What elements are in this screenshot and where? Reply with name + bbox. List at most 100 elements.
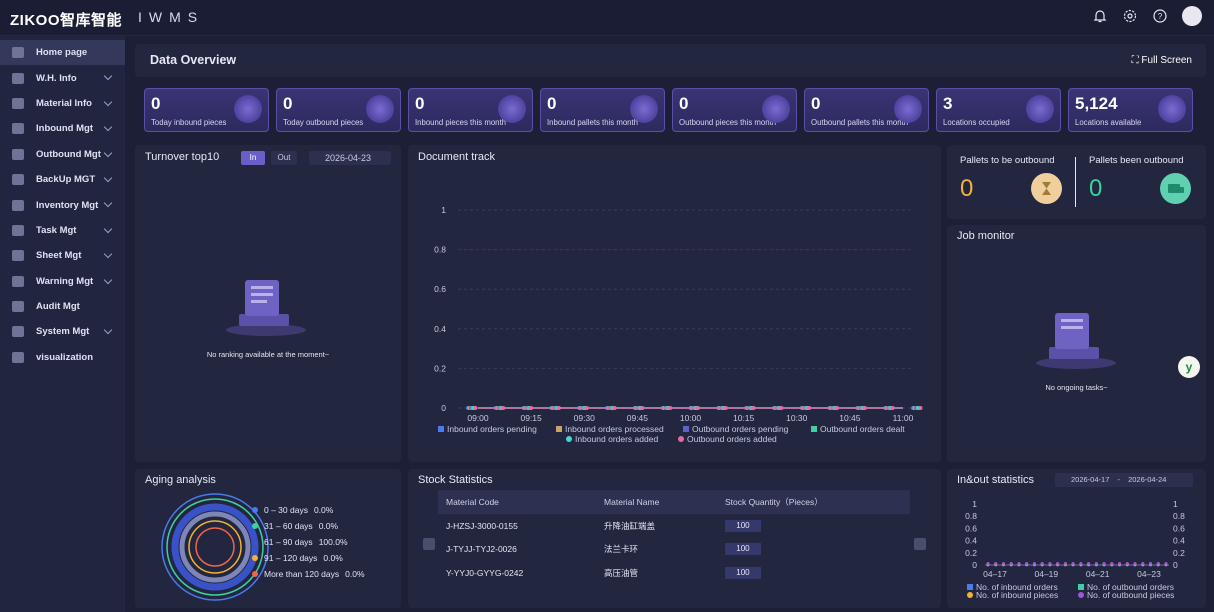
stock-quantity: 100 — [724, 543, 761, 556]
box-icon — [762, 95, 790, 123]
series-point — [1102, 562, 1106, 565]
pallets-panel: Pallets to be outbound 0 Pallets been ou… — [947, 145, 1206, 219]
aging-legend-item: 61 – 90 days 100.0% — [252, 537, 348, 547]
sidebar-item[interactable]: W.H. Info — [0, 65, 125, 90]
material-name: 升降油缸端盖 — [604, 520, 656, 531]
series-point — [994, 562, 998, 565]
series-point — [1001, 562, 1005, 565]
aging-bucket-pct: 0.0% — [313, 505, 334, 515]
sidebar-item[interactable]: BackUp MGT — [0, 167, 125, 192]
sidebar-item[interactable]: Home page — [0, 40, 125, 66]
sidebar-item-label: Task Mgt — [36, 224, 77, 236]
visualization-icon — [12, 351, 24, 363]
series-point — [501, 406, 506, 410]
gear-icon[interactable] — [1122, 8, 1138, 24]
column-header-material-code: Material Code — [438, 490, 597, 514]
series-point — [1094, 562, 1098, 565]
sidebar-item-label: Material Info — [36, 97, 92, 109]
warning-icon — [12, 275, 24, 287]
legend-label[interactable]: Inbound orders pending — [447, 424, 537, 434]
series-point — [1141, 562, 1145, 565]
sidebar-item[interactable]: Task Mgt — [0, 218, 125, 243]
sidebar-item[interactable]: Audit Mgt — [0, 294, 125, 319]
x-tick-label: 09:15 — [520, 413, 542, 423]
chevron-down-icon — [103, 275, 113, 284]
series-point — [556, 406, 561, 410]
stock-prev-button[interactable] — [423, 538, 435, 550]
audit-icon — [12, 301, 24, 313]
bell-icon[interactable] — [1092, 8, 1108, 24]
kpi-label: Outbound pallets this month — [811, 118, 909, 127]
table-row: J-TYJJ-TYJ2-0026 法兰卡环 100 — [438, 538, 910, 562]
series-point — [473, 406, 478, 410]
legend-label[interactable]: Outbound orders added — [687, 434, 777, 444]
y-tick-label: 0.8 — [434, 245, 446, 255]
sidebar-item[interactable]: Inbound Mgt — [0, 116, 125, 141]
chevron-down-icon — [103, 199, 113, 208]
sidebar-item[interactable]: Sheet Mgt — [0, 243, 125, 268]
legend-dot — [252, 539, 258, 545]
system-icon — [12, 326, 24, 338]
aging-bucket-label: 91 – 120 days — [264, 553, 318, 563]
kpi-label: Today outbound pieces — [283, 118, 364, 127]
legend-dot — [252, 523, 258, 529]
inout-chart: 0 0 0.2 0.2 0.4 0.4 0.6 0.6 0.8 0.8 1 1 04–17 04–19 04… — [965, 499, 1185, 600]
legend-label[interactable]: Outbound orders dealt — [820, 424, 905, 434]
material-code: Y-YYJ0-GYYG-0242 — [446, 567, 524, 578]
turnover-panel: Turnover top10 In Out 2026-04-23 No rank… — [135, 145, 401, 462]
tab-in[interactable]: In — [241, 151, 265, 165]
legend-swatch — [683, 426, 689, 432]
sidebar-item-label: BackUp MGT — [36, 174, 96, 186]
aging-bucket-pct: 0.0% — [318, 521, 339, 531]
legend-label[interactable]: Inbound orders added — [575, 434, 658, 444]
legend-label[interactable]: No. of outbound pieces — [1087, 590, 1174, 600]
truck-out-icon — [12, 148, 24, 160]
help-icon[interactable]: ? — [1152, 8, 1168, 24]
legend-dot — [252, 555, 258, 561]
turnover-date-picker[interactable]: 2026-04-23 — [309, 151, 391, 165]
tab-out[interactable]: Out — [271, 151, 297, 165]
stock-quantity: 100 — [724, 519, 761, 532]
series-point — [1164, 562, 1168, 565]
sidebar-item[interactable]: Material Info — [0, 91, 125, 116]
sidebar-item-label: W.H. Info — [36, 72, 77, 84]
stock-next-button[interactable] — [914, 538, 926, 550]
y-tick-label: 0.6 — [434, 284, 446, 294]
aging-legend-item: 91 – 120 days 0.0% — [252, 553, 343, 563]
y-tick-label-right: 0.4 — [1173, 536, 1185, 546]
svg-text:?: ? — [1158, 12, 1163, 21]
legend-swatch — [556, 426, 562, 432]
material-code: J-TYJJ-TYJ2-0026 — [446, 544, 517, 555]
x-tick-label: 09:30 — [574, 413, 596, 423]
inout-panel: In&out statistics 2026-04-17 - 2026-04-2… — [947, 469, 1206, 608]
sidebar-item[interactable]: Inventory Mgt — [0, 192, 125, 217]
pallets-divider — [1075, 157, 1076, 207]
legend-dot — [252, 507, 258, 513]
legend-swatch — [811, 426, 817, 432]
pallets-to-be-outbound-value: 0 — [960, 175, 974, 202]
sidebar-item[interactable]: Warning Mgt — [0, 269, 125, 294]
series-point — [1133, 562, 1137, 565]
kpi-label: Today inbound pieces — [151, 118, 227, 127]
legend-label[interactable]: Inbound orders processed — [565, 424, 664, 434]
sidebar-item[interactable]: Outbound Mgt — [0, 142, 125, 167]
job-monitor-title: Job monitor — [957, 230, 1015, 242]
legend-swatch — [967, 584, 973, 590]
series-point — [529, 406, 534, 410]
fullscreen-button[interactable]: ⛶ Full Screen — [1132, 55, 1192, 66]
legend-label[interactable]: No. of inbound pieces — [976, 590, 1058, 600]
aging-bucket-pct: 0.0% — [345, 569, 365, 579]
ring-91-120 — [188, 520, 242, 574]
legend-label[interactable]: Outbound orders pending — [692, 424, 789, 434]
kpi-label: Inbound pallets this month — [547, 118, 639, 127]
location-icon — [1158, 95, 1186, 123]
overview-header: Data Overview ⛶ Full Screen — [135, 44, 1206, 77]
table-row: Y-YYJ0-GYYG-0242 高压油管 100 — [438, 561, 910, 585]
assistant-float-icon[interactable]: y — [1178, 356, 1200, 378]
sidebar-item[interactable]: visualization — [0, 345, 125, 370]
sidebar-item[interactable]: System Mgt — [0, 319, 125, 344]
app-logo: ZIKOO智库智能 — [10, 12, 122, 29]
series-point — [1156, 562, 1160, 565]
user-avatar[interactable] — [1182, 6, 1202, 26]
kpi-label: Locations available — [1075, 118, 1142, 127]
